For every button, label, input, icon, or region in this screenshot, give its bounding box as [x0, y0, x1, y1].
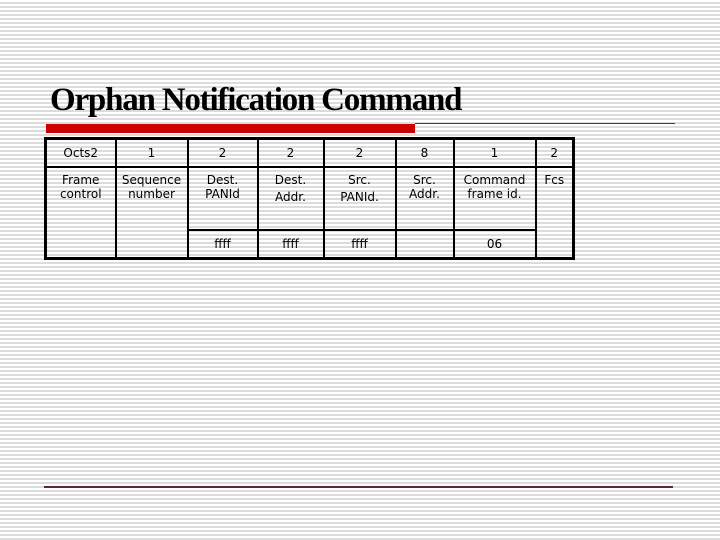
- field-cell-src-panid: Src. PANId.: [322, 166, 397, 231]
- footer-rule: [44, 486, 673, 488]
- field-label: PANId: [205, 187, 240, 201]
- value-cell: [394, 229, 455, 260]
- octets-cell: 2: [322, 137, 397, 168]
- octets-cell: 1: [452, 137, 537, 168]
- octets-cell: 2: [186, 137, 259, 168]
- field-label: Addr.: [409, 187, 440, 201]
- octets-cell: 2: [256, 137, 325, 168]
- field-label: frame id.: [467, 187, 522, 201]
- value-cell: 06: [452, 229, 537, 260]
- field-cell-command-frame-id: Command frame id.: [452, 166, 537, 231]
- field-cell-sequence-number: Sequence number: [114, 166, 189, 230]
- octets-cell: 8: [394, 137, 455, 168]
- octets-row: Octs2 1 2 2 2 8 1 2: [44, 137, 575, 168]
- field-cell-dest-addr: Dest. Addr.: [256, 166, 325, 231]
- octets-cell: 1: [114, 137, 189, 168]
- value-cell: ffff: [256, 229, 325, 260]
- value-cell: ffff: [322, 229, 397, 260]
- value-cell: [114, 230, 189, 260]
- value-cell: [534, 230, 575, 260]
- slide-title: Orphan Notification Command: [50, 82, 462, 118]
- field-cell-frame-control: Frame control: [44, 166, 117, 230]
- field-cell-fcs: Fcs: [534, 166, 575, 230]
- field-label: Src.: [413, 173, 436, 187]
- title-underline-rule: [415, 123, 675, 124]
- field-label: Addr.: [275, 190, 306, 204]
- frame-format-table: Octs2 1 2 2 2 8 1 2 Frame control Sequen…: [44, 137, 575, 260]
- field-label: Dest.: [206, 173, 239, 187]
- field-label: Src.: [348, 173, 371, 187]
- value-cell: [44, 230, 117, 260]
- field-label: Command: [463, 173, 526, 187]
- values-row: ffff ffff ffff 06: [44, 229, 575, 260]
- field-label: PANId.: [340, 190, 379, 204]
- field-label: number: [128, 187, 175, 201]
- field-label: control: [59, 187, 102, 201]
- octets-cell: 2: [534, 137, 575, 168]
- field-label: Sequence: [121, 173, 182, 187]
- fields-row: Frame control Sequence number Dest. PANI…: [44, 166, 575, 231]
- field-cell-dest-panid: Dest. PANId: [186, 166, 259, 231]
- field-label: Frame: [62, 173, 100, 187]
- field-label: Dest.: [274, 173, 307, 187]
- field-cell-src-addr: Src. Addr.: [394, 166, 455, 231]
- field-label: Fcs: [544, 173, 565, 187]
- octets-cell: Octs2: [44, 137, 117, 168]
- title-underline-bar: [46, 124, 415, 133]
- value-cell: ffff: [186, 229, 259, 260]
